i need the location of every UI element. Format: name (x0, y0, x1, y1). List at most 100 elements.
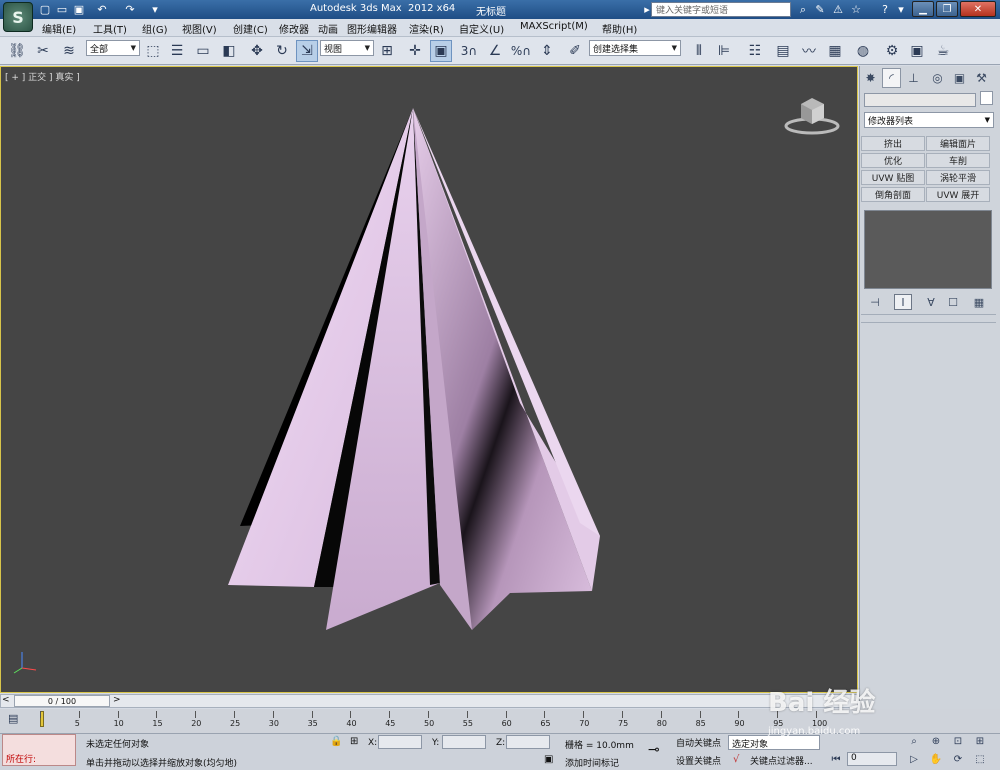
modifier-unwrap-uvw-button[interactable]: UVW 展开 (926, 187, 990, 202)
motion-tab-icon[interactable]: ◎ (928, 68, 947, 88)
create-tab-icon[interactable]: ✸ (861, 68, 880, 88)
help-dropdown-icon[interactable]: ▾ (893, 2, 909, 17)
menu-customize[interactable]: 自定义(U) (459, 21, 504, 36)
modifier-edit-patch-button[interactable]: 编辑面片 (926, 136, 990, 151)
render-production-icon[interactable]: ☕ (932, 40, 954, 62)
pan-icon[interactable]: ✋ (928, 752, 944, 767)
curve-editor-icon[interactable]: 〰 (798, 40, 820, 62)
mini-curve-editor-icon[interactable]: ▤ (8, 712, 18, 725)
modifier-turbosmooth-button[interactable]: 涡轮平滑 (926, 170, 990, 185)
menu-edit[interactable]: 编辑(E) (42, 21, 76, 36)
add-time-tag-button[interactable]: 添加时间标记 (565, 756, 619, 769)
menu-group[interactable]: 组(G) (142, 21, 168, 36)
object-name-field[interactable] (864, 93, 976, 107)
field-of-view-icon[interactable]: ▷ (906, 752, 922, 767)
menu-maxscript[interactable]: MAXScript(M) (520, 21, 588, 32)
new-file-icon[interactable]: ▢ (38, 2, 52, 16)
show-end-result-icon[interactable]: Ι (894, 294, 912, 310)
zoom-icon[interactable]: ⌕ (906, 734, 922, 749)
render-setup-icon[interactable]: ⚙ (881, 40, 903, 62)
modifier-list-dropdown[interactable]: 修改器列表 ▼ (864, 112, 994, 128)
modifier-lathe-button[interactable]: 车削 (926, 153, 990, 168)
absolute-mode-icon[interactable]: ⊞ (350, 736, 358, 747)
select-and-scale-icon[interactable]: ⇲ (296, 40, 318, 62)
menu-rendering[interactable]: 渲染(R) (409, 21, 444, 36)
layer-manager-icon[interactable]: ☷ (744, 40, 766, 62)
select-by-name-icon[interactable]: ☰ (166, 40, 188, 62)
modify-tab-icon[interactable]: ◜ (882, 68, 901, 88)
configure-modifier-sets-icon[interactable]: ▦ (970, 294, 988, 310)
maximize-viewport-icon[interactable]: ⬚ (972, 752, 988, 767)
object-color-swatch[interactable] (980, 91, 993, 105)
undo-icon[interactable]: ↶ (95, 2, 109, 16)
snaps-toggle-icon[interactable]: 3 ∩ (458, 40, 480, 62)
redo-icon[interactable]: ↷ (123, 2, 137, 16)
menu-modifiers[interactable]: 修改器 (279, 21, 309, 36)
menu-animation[interactable]: 动画 (318, 21, 338, 36)
tools-icon[interactable]: ✎ (812, 2, 828, 17)
select-and-rotate-icon[interactable]: ↻ (271, 40, 293, 62)
spinner-snap-icon[interactable]: ⇕ (536, 40, 558, 62)
rendered-frame-window-icon[interactable]: ▣ (906, 40, 928, 62)
time-prev-icon[interactable]: < (2, 695, 10, 705)
time-slider[interactable] (0, 694, 858, 708)
minimize-button[interactable]: ▁ (912, 1, 934, 17)
rectangular-selection-icon[interactable]: ▭ (192, 40, 214, 62)
menu-tools[interactable]: 工具(T) (93, 21, 127, 36)
quick-access-dropdown-icon[interactable]: ▾ (148, 2, 162, 16)
display-tab-icon[interactable]: ▣ (950, 68, 969, 88)
menu-views[interactable]: 视图(V) (182, 21, 217, 36)
binoculars-icon[interactable]: ⌕ (795, 2, 811, 17)
key-filters-button[interactable]: 关键点过滤器... (750, 754, 813, 767)
selection-filter-dropdown[interactable]: 全部 ▼ (86, 40, 140, 56)
modifier-optimize-button[interactable]: 优化 (861, 153, 925, 168)
hierarchy-tab-icon[interactable]: ⊥ (904, 68, 923, 88)
y-coordinate-field[interactable] (442, 735, 486, 749)
time-next-icon[interactable]: > (113, 695, 121, 705)
zoom-extents-all-icon[interactable]: ⊞ (972, 734, 988, 749)
menu-graph-editors[interactable]: 图形编辑器 (347, 21, 397, 36)
unlink-icon[interactable]: ✂ (32, 40, 54, 62)
make-unique-icon[interactable]: ∀ (922, 294, 940, 310)
select-and-manipulate-icon[interactable]: ✛ (404, 40, 426, 62)
link-icon[interactable]: ⛓ (6, 40, 28, 62)
viewcube-icon[interactable] (784, 92, 840, 136)
percent-snap-icon[interactable]: % ∩ (510, 40, 532, 62)
help-icon[interactable]: ? (877, 2, 893, 17)
select-object-icon[interactable]: ⬚ (142, 40, 164, 62)
menu-help[interactable]: 帮助(H) (602, 21, 637, 36)
modifier-bevel-profile-button[interactable]: 倒角剖面 (861, 187, 925, 202)
mirror-icon[interactable]: ⫴ (688, 40, 710, 62)
z-coordinate-field[interactable] (506, 735, 550, 749)
align-icon[interactable]: ⊫ (713, 40, 735, 62)
key-selection-set-dropdown[interactable]: 选定对象 (728, 735, 820, 750)
remove-modifier-icon[interactable]: ☐ (944, 294, 962, 310)
reference-coordinate-dropdown[interactable]: 视图 ▼ (320, 40, 374, 56)
material-editor-icon[interactable]: ◍ (852, 40, 874, 62)
communication-icon[interactable]: ⚠ (830, 2, 846, 17)
keyboard-shortcut-override-icon[interactable]: ▣ (430, 40, 452, 62)
key-icon[interactable]: ⊸ (648, 742, 660, 758)
select-and-move-icon[interactable]: ✥ (246, 40, 268, 62)
selection-lock-icon[interactable]: 🔒 (330, 736, 342, 747)
modifier-stack-view[interactable] (864, 210, 992, 289)
pin-stack-icon[interactable]: ⊣ (866, 294, 884, 310)
set-key-button[interactable]: 设置关键点 (676, 754, 721, 767)
bind-space-warp-icon[interactable]: ≋ (58, 40, 80, 62)
current-frame-field[interactable]: 0 (847, 752, 897, 766)
extruded-star-object[interactable] (220, 103, 610, 638)
time-tag-icon[interactable]: ▣ (544, 754, 553, 765)
edit-named-selection-icon[interactable]: ✐ (564, 40, 586, 62)
utilities-tab-icon[interactable]: ⚒ (972, 68, 991, 88)
go-to-start-icon[interactable]: ⏮ (828, 752, 844, 767)
graphite-ribbon-icon[interactable]: ▤ (772, 40, 794, 62)
viewport-label[interactable]: [ + ] 正交 ] 真实 ] (5, 70, 80, 83)
restore-button[interactable]: ❐ (936, 1, 958, 17)
close-button[interactable]: ✕ (960, 1, 996, 17)
orbit-icon[interactable]: ⟳ (950, 752, 966, 767)
time-slider-thumb[interactable]: 0 / 100 (14, 695, 110, 707)
zoom-extents-icon[interactable]: ⊡ (950, 734, 966, 749)
schematic-view-icon[interactable]: ▦ (824, 40, 846, 62)
search-input[interactable]: 键入关键字或短语 (651, 2, 791, 17)
modifier-extrude-button[interactable]: 挤出 (861, 136, 925, 151)
